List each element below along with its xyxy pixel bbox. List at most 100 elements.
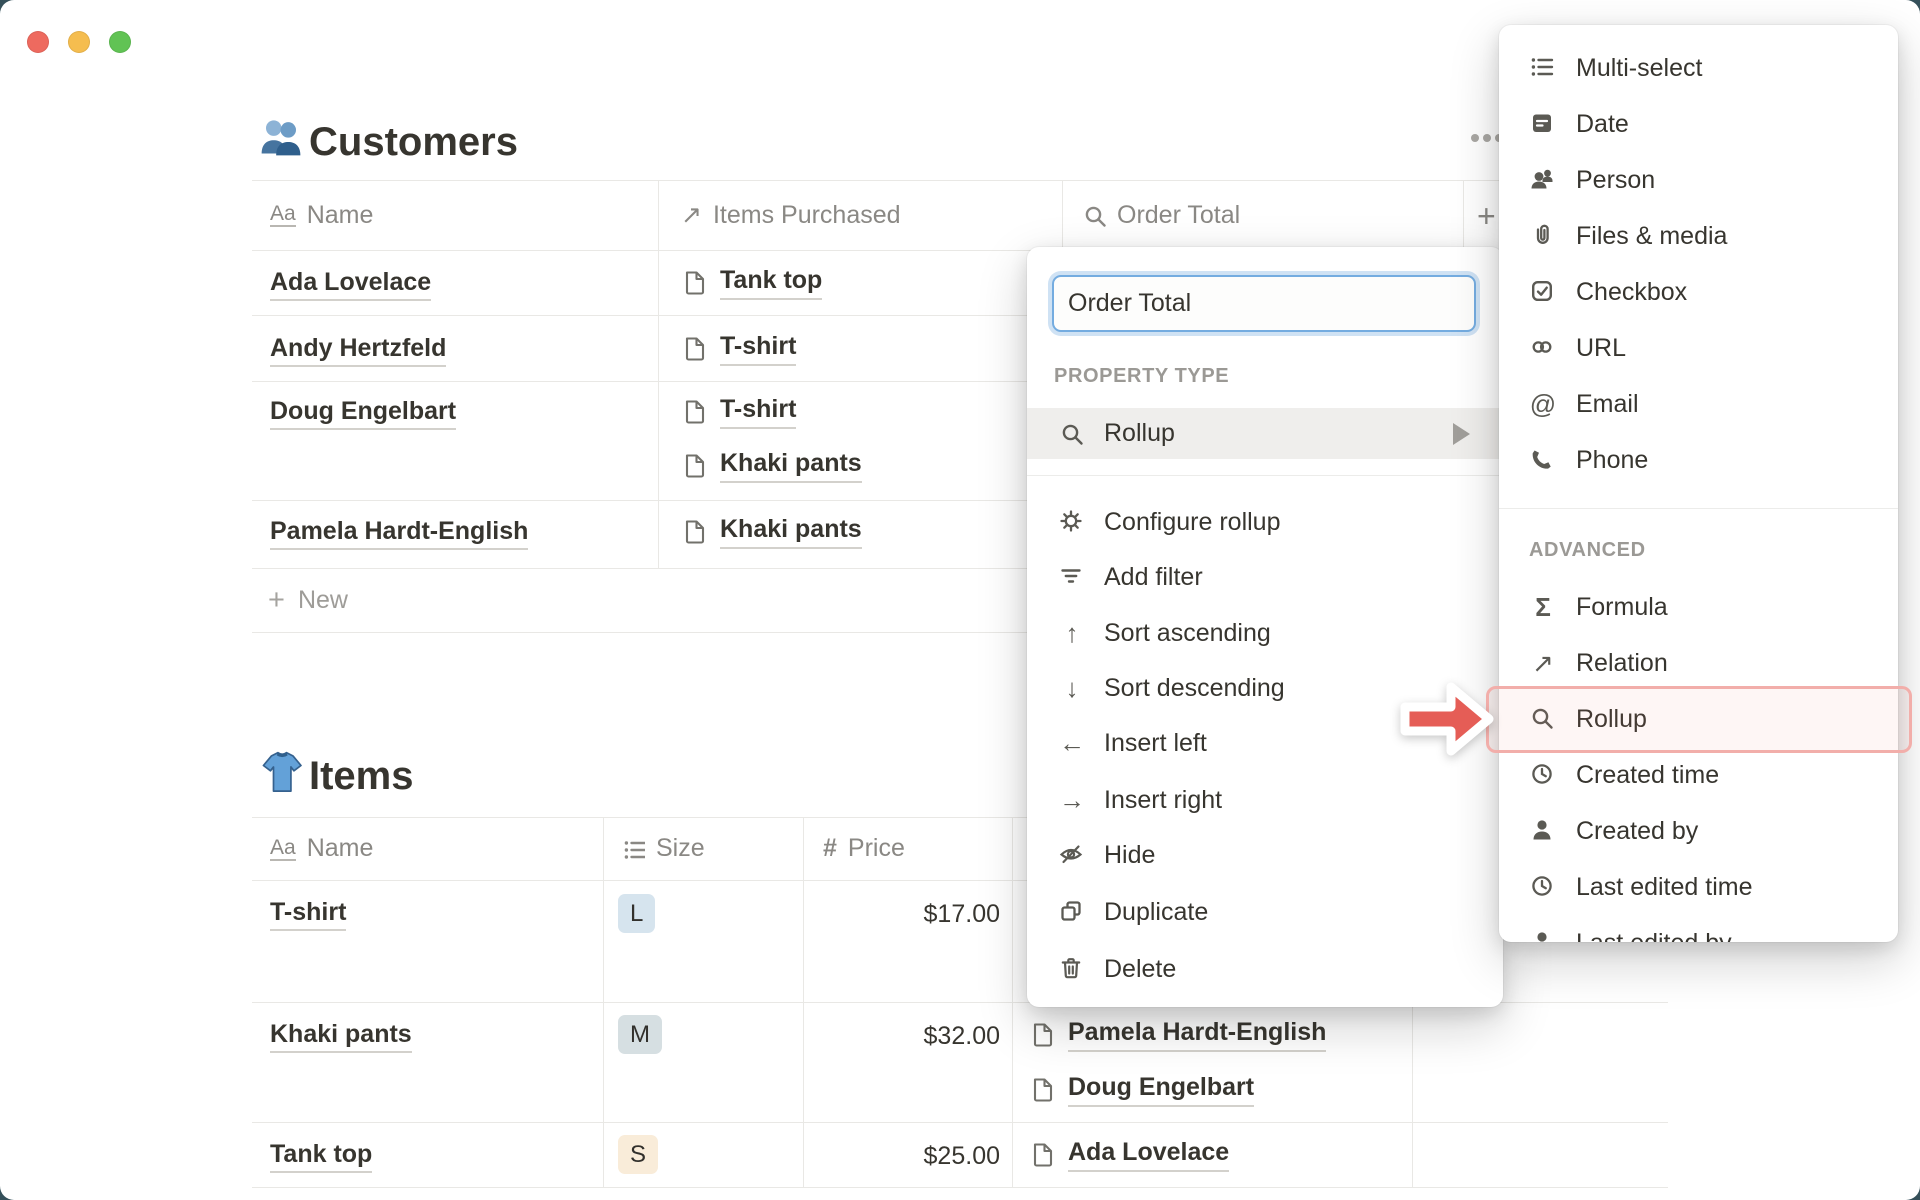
page-link[interactable]: Ada Lovelace — [270, 268, 432, 301]
column-header-items-purchased[interactable]: ↗ Items Purchased — [681, 180, 901, 250]
table-cell-name[interactable]: Andy Hertzfeld — [270, 334, 447, 367]
table-cell-items[interactable]: T-shirt — [682, 332, 797, 366]
page-link[interactable]: Ada Lovelace — [1068, 1138, 1230, 1172]
menu-item-hide[interactable]: Hide — [1027, 828, 1503, 882]
menu-item-configure-rollup[interactable]: Configure rollup — [1027, 495, 1503, 549]
menu-item-multi-select[interactable]: Multi-select — [1499, 41, 1898, 95]
page-link[interactable]: T-shirt — [720, 395, 797, 429]
price-value[interactable]: $25.00 — [803, 1142, 1000, 1171]
table-cell-items[interactable]: Khaki pants — [682, 449, 862, 483]
eye-off-icon — [1060, 845, 1082, 864]
grid-line — [1012, 817, 1013, 1187]
calendar-icon — [1531, 113, 1553, 134]
page-link[interactable]: Tank top — [720, 266, 823, 300]
menu-item-checkbox[interactable]: Checkbox — [1499, 265, 1898, 319]
url-icon — [1532, 341, 1552, 353]
formula-icon: Σ — [1535, 592, 1551, 622]
menu-item-formula[interactable]: Σ Formula — [1499, 580, 1898, 634]
annotation-arrow-icon — [1400, 682, 1494, 756]
table-cell-purchased-by[interactable]: Doug Engelbart — [1030, 1073, 1255, 1107]
table-cell-name[interactable]: Tank top — [270, 1140, 373, 1173]
menu-item-delete[interactable]: Delete — [1027, 942, 1503, 996]
menu-item-last-edited-time[interactable]: Last edited time — [1499, 860, 1898, 914]
checkbox-icon — [1531, 281, 1553, 301]
people-emoji-icon — [261, 120, 301, 156]
page-link[interactable]: Doug Engelbart — [1068, 1073, 1255, 1107]
page-link[interactable]: T-shirt — [720, 332, 797, 366]
menu-item-date[interactable]: Date — [1499, 97, 1898, 151]
menu-item-insert-right[interactable]: → Insert right — [1027, 773, 1503, 827]
page-link[interactable]: Pamela Hardt-English — [1068, 1018, 1327, 1052]
customers-db-title: Customers — [258, 116, 518, 162]
number-icon: # — [823, 834, 837, 862]
paperclip-icon — [1536, 224, 1549, 244]
menu-item-person[interactable]: Person — [1499, 153, 1898, 207]
page-icon — [685, 454, 705, 478]
clock-icon — [1532, 876, 1552, 896]
table-cell-name[interactable]: Doug Engelbart — [270, 397, 457, 430]
zoom-button[interactable] — [109, 31, 131, 53]
table-cell-name[interactable]: Khaki pants — [270, 1020, 412, 1053]
person-filled-icon — [1533, 820, 1551, 840]
plus-icon: + — [268, 583, 285, 616]
table-cell-items[interactable]: Tank top — [682, 266, 823, 300]
menu-item-email[interactable]: @ Email — [1499, 377, 1898, 431]
column-header-price[interactable]: # Price — [823, 817, 905, 880]
table-cell-purchased-by[interactable]: Ada Lovelace — [1030, 1138, 1230, 1172]
column-header-order-total[interactable]: Order Total — [1083, 180, 1240, 250]
grid-line — [803, 817, 804, 1187]
new-row-button[interactable]: + New — [268, 568, 348, 632]
menu-item-created-time[interactable]: Created time — [1499, 748, 1898, 802]
menu-item-url[interactable]: URL — [1499, 321, 1898, 375]
menu-item-duplicate[interactable]: Duplicate — [1027, 885, 1503, 939]
trash-icon — [1061, 958, 1081, 979]
notion-window: Customers + Aa Name ↗ Items Purchased Or… — [0, 0, 1920, 1200]
table-cell-name[interactable]: Ada Lovelace — [270, 268, 432, 301]
page-link[interactable]: Khaki pants — [720, 449, 862, 483]
menu-item-relation[interactable]: ↗ Relation — [1499, 636, 1898, 690]
page-link[interactable]: T-shirt — [270, 898, 347, 931]
page-link[interactable]: Tank top — [270, 1140, 373, 1173]
size-tag[interactable]: M — [618, 1015, 662, 1054]
person-filled-icon — [1533, 932, 1551, 942]
property-name-input[interactable] — [1052, 275, 1476, 332]
menu-item-sort-ascending[interactable]: ↑ Sort ascending — [1027, 606, 1503, 660]
page-icon — [1033, 1023, 1053, 1047]
duplicate-icon — [1061, 901, 1081, 921]
text-property-icon: Aa — [270, 202, 296, 227]
menu-item-add-filter[interactable]: Add filter — [1027, 550, 1503, 604]
price-value[interactable]: $32.00 — [803, 1022, 1000, 1051]
size-tag[interactable]: L — [618, 894, 656, 933]
grid-line — [252, 1122, 1668, 1123]
clock-icon — [1532, 764, 1552, 784]
minimize-button[interactable] — [68, 31, 90, 53]
column-header-name[interactable]: Aa Name — [270, 817, 373, 880]
table-cell-name[interactable]: T-shirt — [270, 898, 347, 931]
page-title: Customers — [309, 120, 518, 164]
column-header-name[interactable]: Aa Name — [270, 180, 373, 250]
property-type-menu: Multi-select Date Person Files & media C… — [1499, 25, 1898, 942]
page-link[interactable]: Pamela Hardt-English — [270, 517, 529, 550]
size-tag[interactable]: S — [618, 1135, 659, 1174]
page-link[interactable]: Khaki pants — [270, 1020, 412, 1053]
grid-line — [603, 817, 604, 1187]
page-link[interactable]: Khaki pants — [720, 515, 862, 549]
menu-item-files-media[interactable]: Files & media — [1499, 209, 1898, 263]
price-value[interactable]: $17.00 — [803, 900, 1000, 929]
page-icon — [685, 337, 705, 361]
menu-item-phone[interactable]: Phone — [1499, 433, 1898, 487]
page-link[interactable]: Doug Engelbart — [270, 397, 457, 430]
menu-divider — [1027, 475, 1503, 476]
tshirt-emoji-icon — [262, 751, 302, 793]
arrow-up-icon: ↑ — [1065, 618, 1079, 648]
menu-item-created-by[interactable]: Created by — [1499, 804, 1898, 858]
table-cell-items[interactable]: T-shirt — [682, 395, 797, 429]
close-button[interactable] — [27, 31, 49, 53]
table-cell-items[interactable]: Khaki pants — [682, 515, 862, 549]
table-cell-purchased-by[interactable]: Pamela Hardt-English — [1030, 1018, 1327, 1052]
menu-item-last-edited-by[interactable]: Last edited by — [1499, 916, 1898, 942]
column-header-size[interactable]: Size — [623, 817, 705, 880]
menu-item-property-type-rollup[interactable]: Rollup — [1027, 408, 1503, 459]
page-link[interactable]: Andy Hertzfeld — [270, 334, 447, 367]
table-cell-name[interactable]: Pamela Hardt-English — [270, 517, 529, 550]
